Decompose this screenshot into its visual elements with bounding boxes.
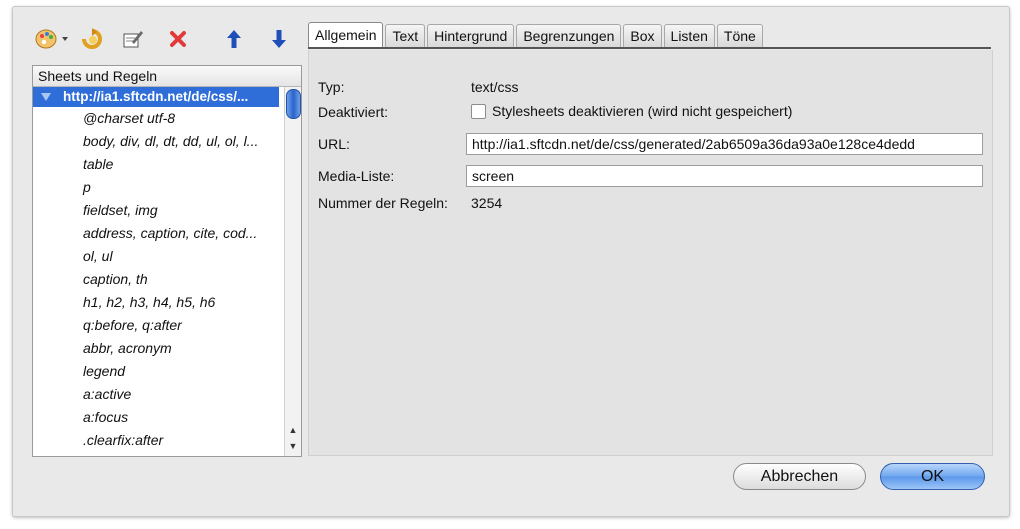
tab-hintergrund[interactable]: Hintergrund: [427, 24, 515, 47]
import-icon: [80, 28, 104, 50]
rule-list-item[interactable]: h1, h2, h3, h4, h5, h6: [33, 291, 278, 314]
rule-list-item[interactable]: caption, th: [33, 268, 278, 291]
tab-töne[interactable]: Töne: [716, 24, 763, 47]
scroll-down-arrow-icon[interactable]: ▼: [285, 438, 301, 454]
type-label: Typ:: [318, 79, 345, 95]
rule-list-item[interactable]: q:before, q:after: [33, 314, 278, 337]
rule-list-item[interactable]: legend: [33, 360, 278, 383]
media-list-label: Media-Liste:: [318, 168, 395, 184]
rule-list-item[interactable]: table: [33, 153, 278, 176]
rule-list-item[interactable]: abbr, acronym: [33, 337, 278, 360]
tree-header: Sheets und Regeln: [33, 66, 301, 87]
url-field[interactable]: http://ia1.sftcdn.net/de/css/generated/2…: [466, 133, 983, 155]
rules-list: @charset utf-8 body, div, dl, dt, dd, ul,…: [33, 107, 301, 452]
tab-allgemein[interactable]: Allgemein: [308, 22, 384, 47]
disable-stylesheets-checkbox[interactable]: [471, 104, 486, 119]
import-button[interactable]: [77, 24, 107, 54]
palette-menu-button[interactable]: [32, 24, 72, 54]
toolbar: [22, 24, 292, 54]
rule-list-item[interactable]: ol, ul: [33, 245, 278, 268]
scrollbar-thumb[interactable]: [286, 89, 301, 119]
tab-text[interactable]: Text: [385, 24, 426, 47]
delete-icon: [168, 29, 188, 49]
tab-listen[interactable]: Listen: [663, 24, 715, 47]
move-up-icon: [226, 29, 242, 49]
move-down-icon: [271, 29, 287, 49]
rule-list-item[interactable]: body, div, dl, dt, dd, ul, ol, l...: [33, 130, 278, 153]
tab-box[interactable]: Box: [623, 24, 662, 47]
disabled-label: Deaktiviert:: [318, 104, 389, 120]
rules-count-label: Nummer der Regeln:: [318, 195, 448, 211]
rule-list-item[interactable]: @charset utf-8: [33, 107, 278, 130]
rule-list-item[interactable]: address, caption, cite, cod...: [33, 222, 278, 245]
rule-list-item[interactable]: .clearfix:after: [33, 429, 278, 452]
rule-list-item[interactable]: p: [33, 176, 278, 199]
move-up-button[interactable]: [219, 24, 249, 54]
scroll-up-arrow-icon[interactable]: ▲: [285, 422, 301, 438]
tab-bar: Allgemein Text Hintergrund Begrenzungen Box L…: [308, 22, 765, 48]
edit-icon: [122, 29, 144, 49]
disclosure-triangle-icon[interactable]: [41, 93, 51, 102]
media-list-field[interactable]: screen: [466, 165, 983, 187]
rule-list-item[interactable]: a:focus: [33, 406, 278, 429]
rule-list-item[interactable]: fieldset, img: [33, 199, 278, 222]
palette-icon: [35, 28, 69, 50]
move-down-button[interactable]: [264, 24, 294, 54]
tree-root-label: http://ia1.sftcdn.net/de/css/...: [63, 89, 249, 104]
tree-root-stylesheet[interactable]: http://ia1.sftcdn.net/de/css/...: [33, 87, 279, 107]
ok-button[interactable]: OK: [880, 463, 985, 490]
disable-stylesheets-label[interactable]: Stylesheets deaktivieren (wird nicht ges…: [492, 103, 792, 119]
rule-list-item[interactable]: a:active: [33, 383, 278, 406]
sheets-rules-tree[interactable]: Sheets und Regeln http://ia1.sftcdn.net/…: [32, 65, 302, 457]
tree-scrollbar[interactable]: ▲ ▼: [284, 87, 301, 456]
tab-begrenzungen[interactable]: Begrenzungen: [516, 24, 622, 47]
cancel-button[interactable]: Abbrechen: [733, 463, 866, 490]
delete-button[interactable]: [163, 24, 193, 54]
rules-count-value: 3254: [471, 195, 503, 211]
type-value: text/css: [471, 79, 519, 95]
tab-divider: [308, 47, 991, 49]
edit-button[interactable]: [118, 24, 148, 54]
url-label: URL:: [318, 136, 350, 152]
